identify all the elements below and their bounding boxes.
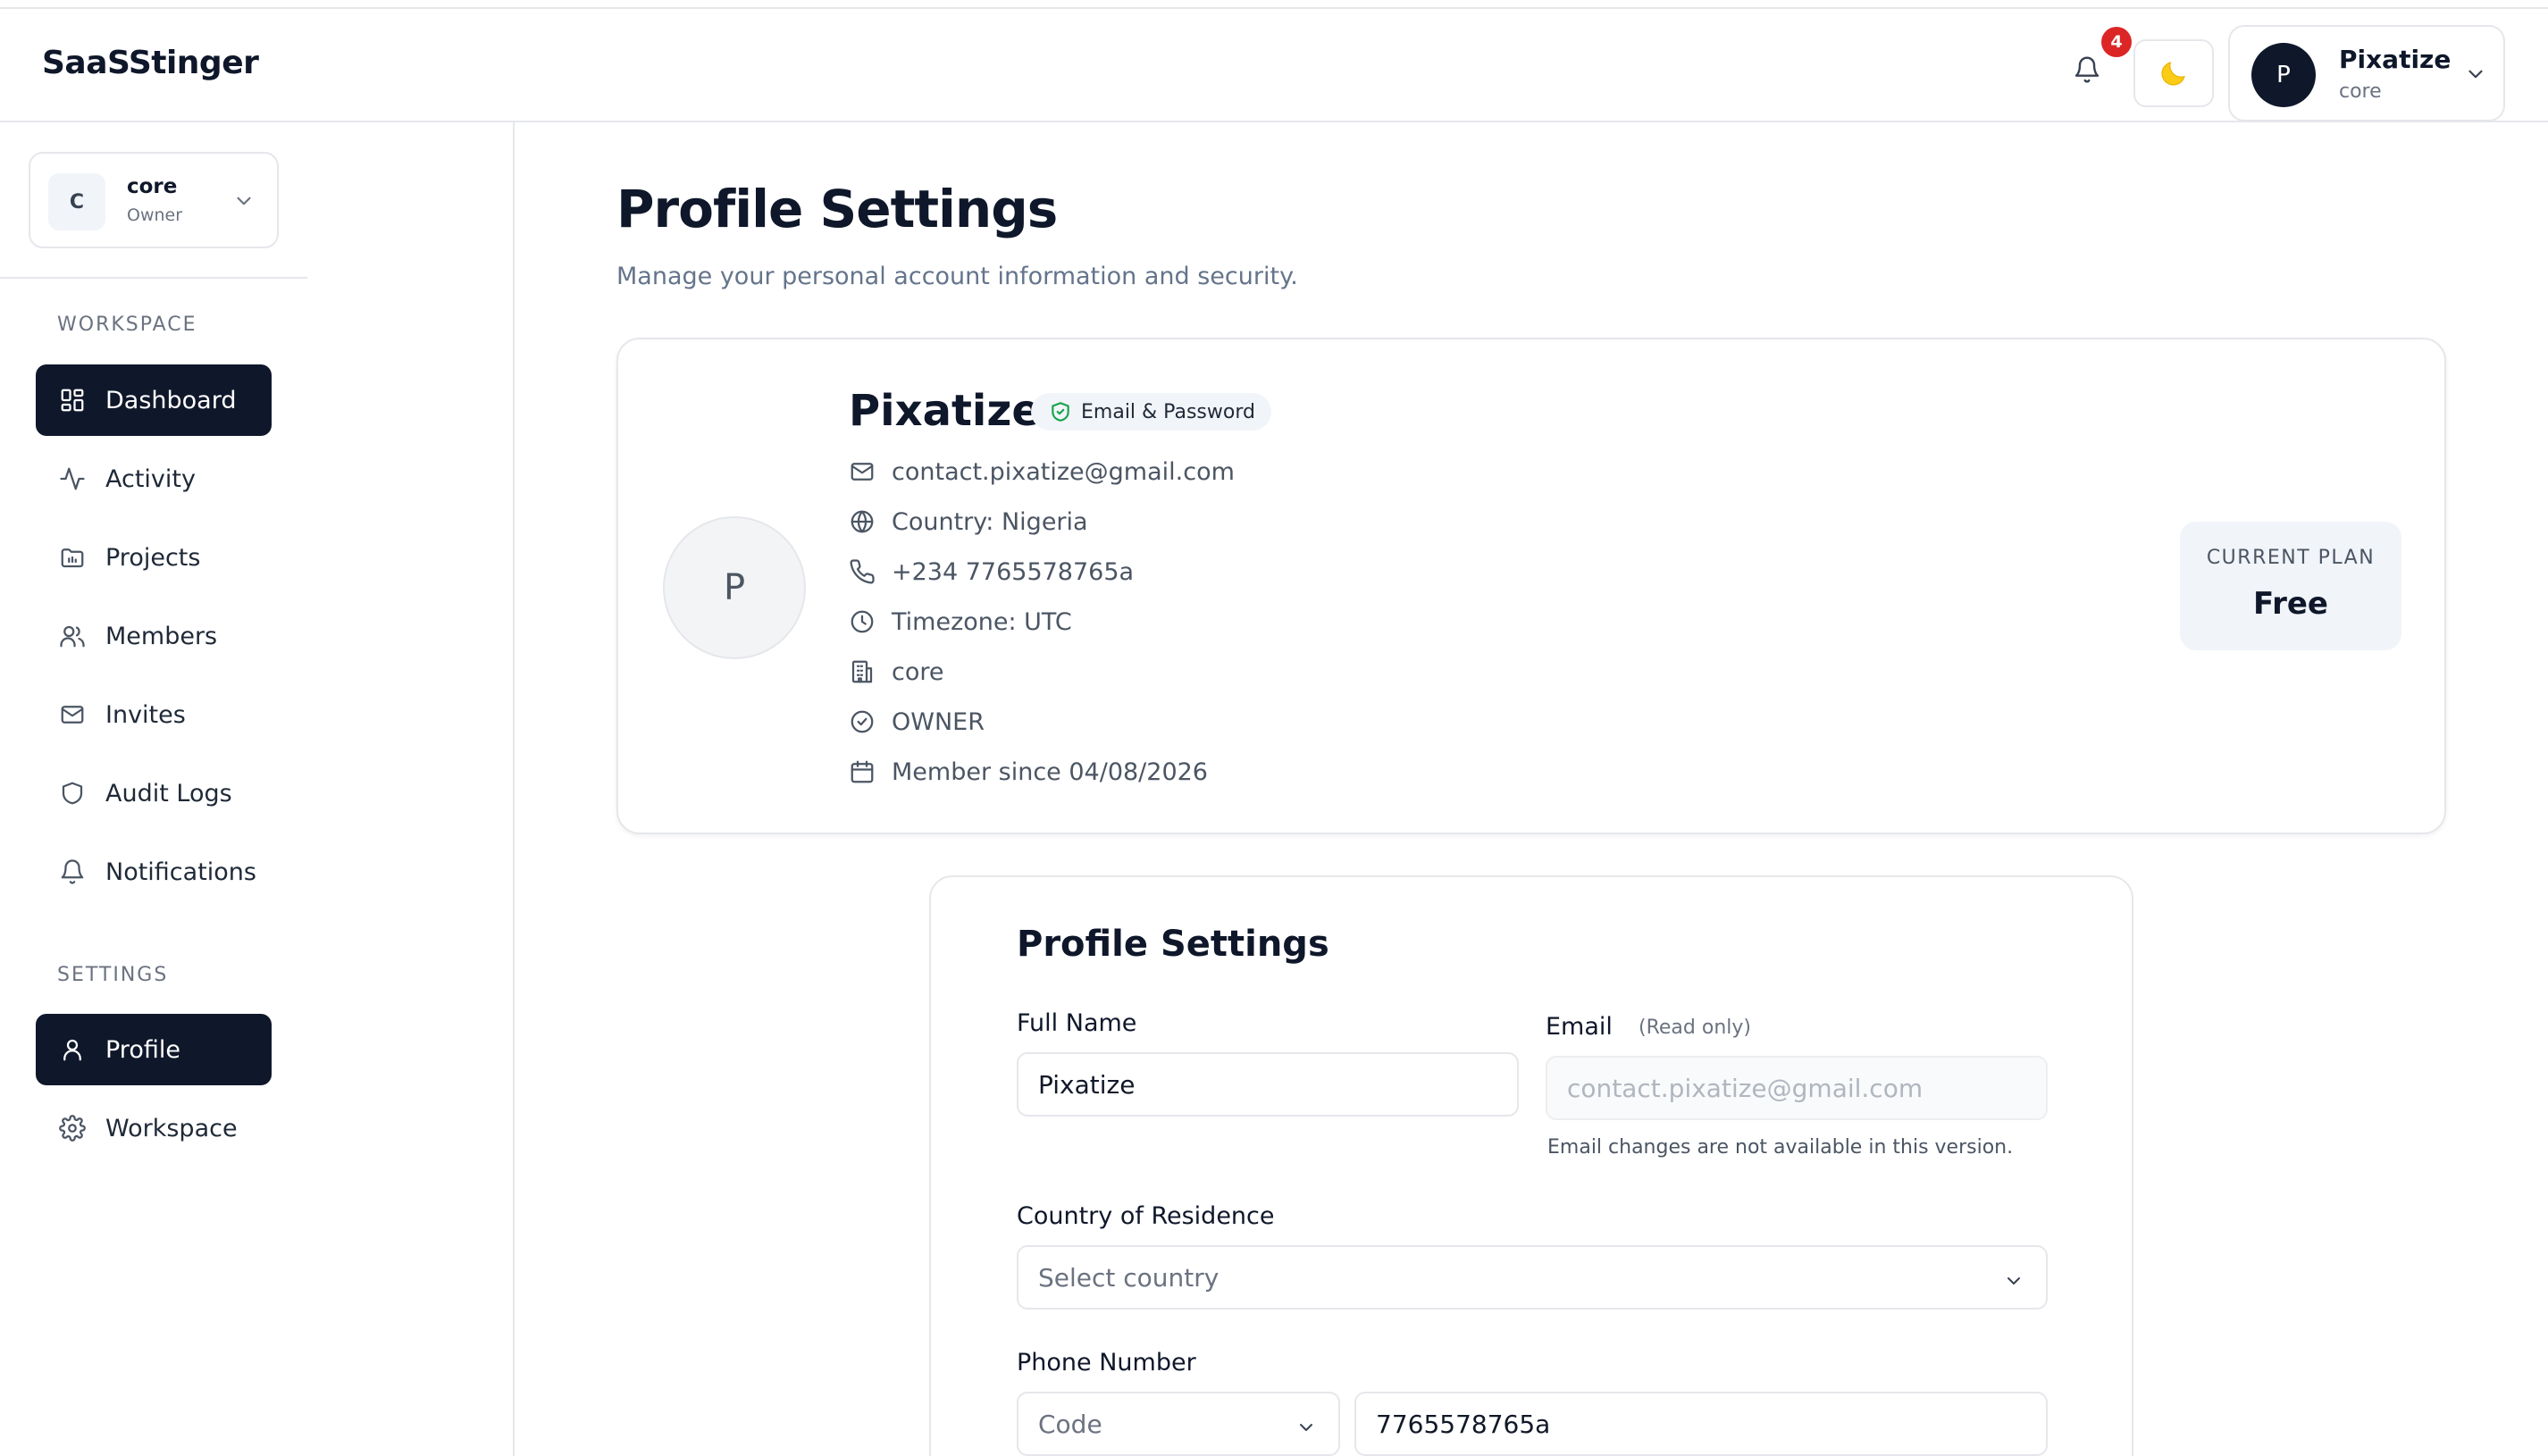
profile-settings-form: Profile Settings Full Name Pixatize Emai… (929, 875, 2133, 1456)
email-readonly-note: (Read only) (1639, 1017, 1751, 1039)
user-menu-button[interactable]: P Pixatize core (2228, 25, 2505, 121)
sidebar-item-dashboard[interactable]: Dashboard (36, 364, 272, 436)
sidebar-item-profile[interactable]: Profile (36, 1014, 272, 1085)
phone-label: Phone Number (1017, 1349, 1196, 1377)
sidebar-item-audit-logs[interactable]: Audit Logs (36, 757, 272, 829)
section-label-workspace: WORKSPACE (57, 314, 197, 336)
workspace-name: core (127, 175, 178, 198)
email-help-text: Email changes are not available in this … (1547, 1136, 2014, 1159)
shield-check-icon (1052, 402, 1069, 422)
dashboard-icon (57, 385, 88, 415)
moon-icon (2161, 62, 2185, 86)
profile-member-since-row: Member since 04/08/2026 (847, 756, 1208, 788)
auth-method-label: Email & Password (1081, 400, 1255, 423)
user-icon (57, 1034, 88, 1065)
globe-icon (847, 506, 877, 537)
profile-role-row: OWNER (847, 706, 985, 738)
email-label: Email (1546, 1013, 1613, 1041)
email-field: contact.pixatize@gmail.com (1546, 1056, 2048, 1120)
top-header: SaaSStinger 4 P Pixatize core (0, 7, 2548, 122)
current-plan-label: CURRENT PLAN (2206, 547, 2376, 569)
sidebar-item-label: Notifications (105, 858, 256, 886)
full-name-label: Full Name (1017, 1009, 1137, 1037)
sidebar-item-notifications[interactable]: Notifications (36, 836, 272, 908)
country-select-placeholder: Select country (1038, 1262, 1220, 1293)
sidebar-item-activity[interactable]: Activity (36, 443, 272, 515)
profile-country: Country: Nigeria (892, 507, 1088, 536)
phone-code-placeholder: Code (1038, 1409, 1102, 1439)
chevron-down-icon (2003, 1270, 2024, 1292)
sidebar-divider (0, 277, 307, 279)
gear-icon (57, 1113, 88, 1143)
shield-icon (57, 778, 88, 808)
bell-icon (2074, 56, 2100, 83)
profile-phone: +234 7765578765a (892, 557, 1135, 586)
auth-method-badge: Email & Password (1031, 393, 1271, 431)
sidebar-item-workspace[interactable]: Workspace (36, 1092, 272, 1164)
theme-toggle-button[interactable] (2133, 39, 2214, 107)
sidebar-item-label: Workspace (105, 1114, 238, 1142)
profile-workspace: core (892, 657, 944, 686)
current-plan-value: Free (2253, 586, 2328, 622)
chevron-down-icon (232, 189, 256, 213)
user-name: Pixatize (2339, 45, 2452, 74)
phone-number-input[interactable]: 7765578765a (1354, 1392, 2048, 1456)
sidebar-item-invites[interactable]: Invites (36, 679, 272, 750)
country-select[interactable]: Select country (1017, 1245, 2048, 1310)
workspace-avatar: C (48, 173, 105, 230)
profile-summary-card: P Pixatize Email & Password contact.pixa… (616, 338, 2446, 834)
profile-role: OWNER (892, 707, 985, 736)
avatar: P (663, 516, 806, 659)
section-label-settings: SETTINGS (57, 964, 169, 986)
brand-logo[interactable]: SaaSStinger (42, 45, 259, 81)
form-title: Profile Settings (1017, 924, 1329, 965)
sidebar-item-label: Profile (105, 1035, 180, 1064)
phone-icon (847, 556, 877, 587)
notifications-button[interactable] (2064, 46, 2110, 93)
calendar-icon (847, 757, 877, 787)
profile-phone-row: +234 7765578765a (847, 556, 1134, 588)
sidebar-item-label: Members (105, 622, 218, 650)
profile-workspace-row: core (847, 656, 943, 688)
phone-code-select[interactable]: Code (1017, 1392, 1340, 1456)
check-circle-icon (847, 707, 877, 737)
sidebar-item-label: Dashboard (105, 386, 237, 414)
building-icon (847, 657, 877, 687)
chevron-down-icon (1295, 1417, 1317, 1438)
users-icon (57, 621, 88, 651)
user-workspace: core (2339, 80, 2382, 103)
full-name-input[interactable]: Pixatize (1017, 1052, 1519, 1117)
profile-country-row: Country: Nigeria (847, 506, 1088, 538)
clock-icon (847, 607, 877, 637)
workspace-switcher[interactable]: C core Owner (29, 152, 279, 248)
folder-icon (57, 542, 88, 573)
chevron-down-icon (2464, 63, 2487, 86)
mail-icon (57, 699, 88, 730)
notification-count-badge: 4 (2101, 27, 2132, 57)
mail-icon (847, 456, 877, 487)
page-subtitle: Manage your personal account information… (616, 263, 1298, 290)
bell-icon (57, 857, 88, 887)
activity-icon (57, 464, 88, 494)
sidebar-item-label: Audit Logs (105, 779, 232, 807)
sidebar-item-projects[interactable]: Projects (36, 522, 272, 593)
profile-timezone-row: Timezone: UTC (847, 606, 1072, 638)
profile-timezone: Timezone: UTC (892, 607, 1072, 636)
profile-name: Pixatize (849, 386, 1041, 436)
sidebar: C core Owner WORKSPACE Dashboard Activit… (0, 122, 515, 1456)
page-title: Profile Settings (616, 179, 1058, 239)
profile-email: contact.pixatize@gmail.com (892, 457, 1235, 486)
sidebar-item-label: Activity (105, 464, 196, 493)
sidebar-item-members[interactable]: Members (36, 600, 272, 672)
sidebar-item-label: Invites (105, 700, 186, 729)
country-label: Country of Residence (1017, 1202, 1275, 1230)
workspace-role: Owner (127, 205, 183, 225)
current-plan-box: CURRENT PLAN Free (2180, 522, 2401, 650)
avatar: P (2251, 43, 2316, 107)
profile-member-since: Member since 04/08/2026 (892, 757, 1208, 786)
sidebar-item-label: Projects (105, 543, 201, 572)
profile-email-row: contact.pixatize@gmail.com (847, 456, 1235, 488)
